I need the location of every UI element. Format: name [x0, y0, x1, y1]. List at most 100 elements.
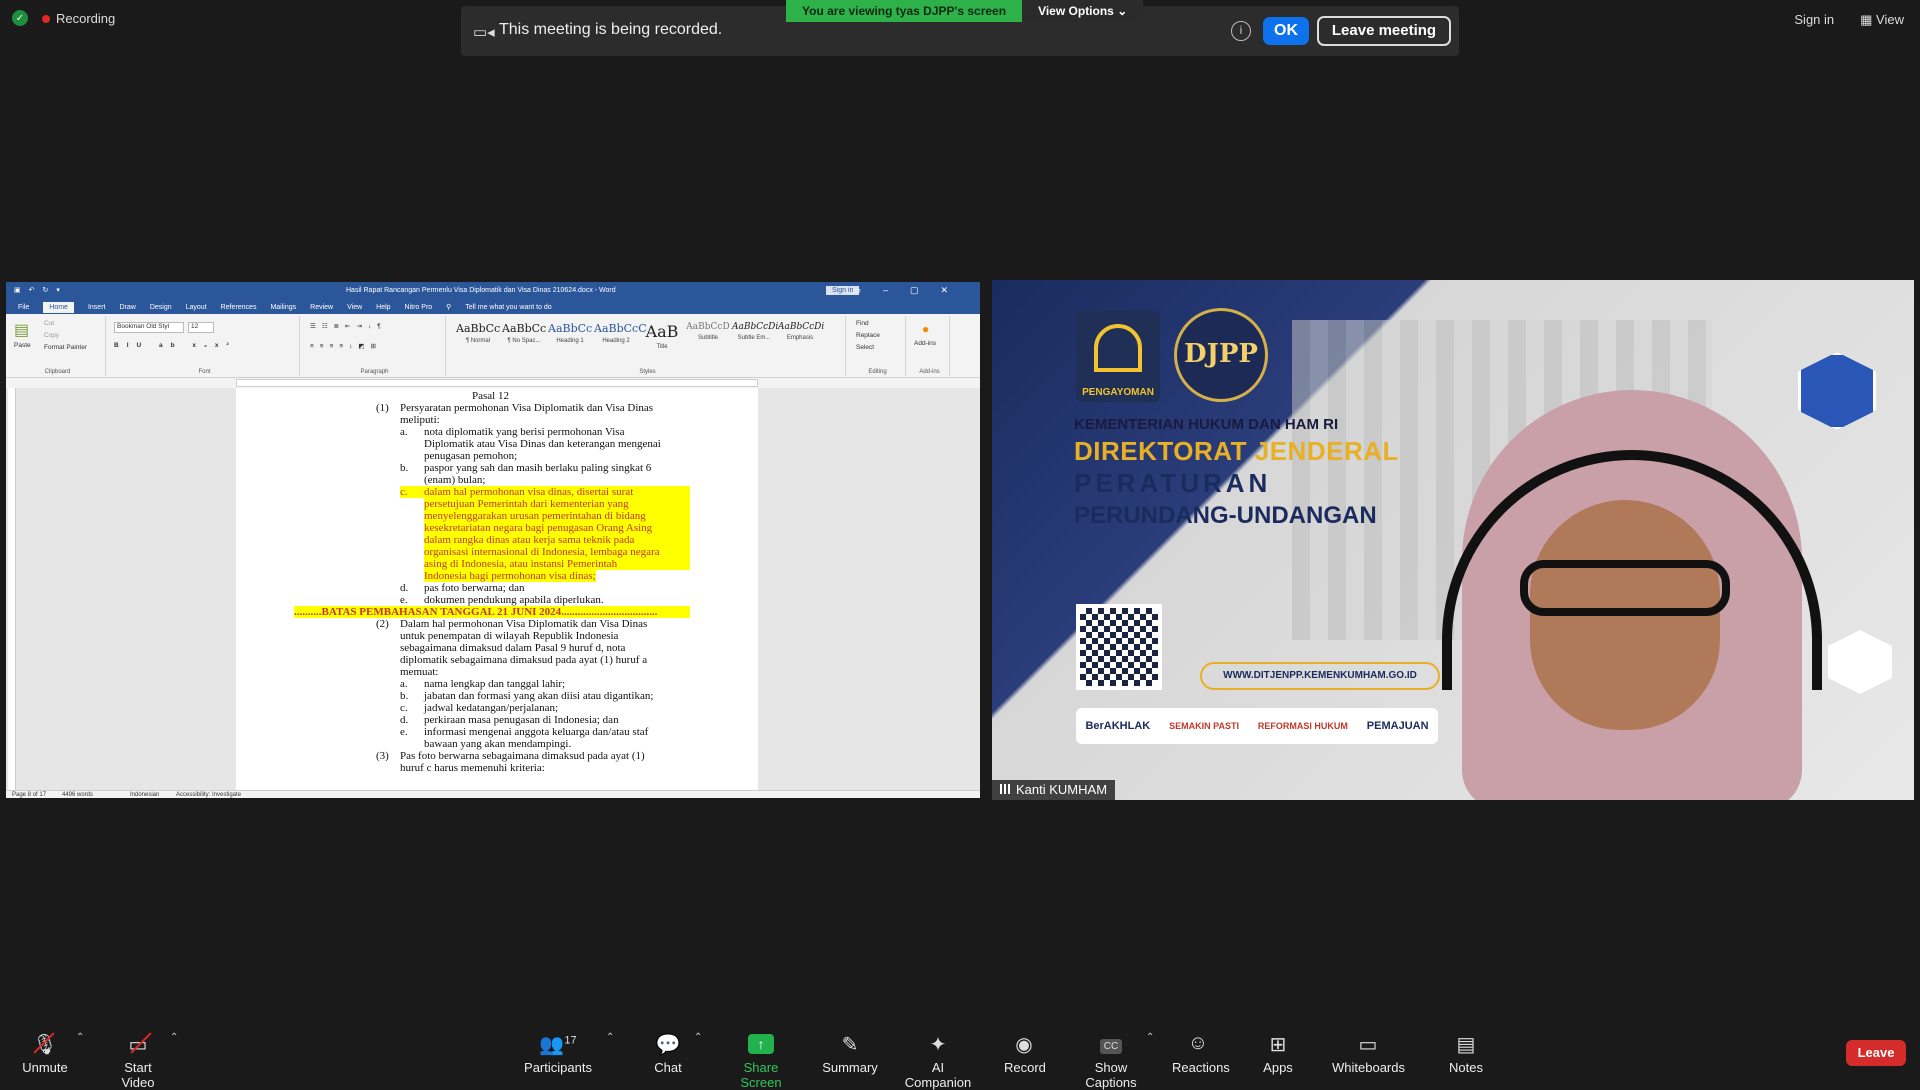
doc-line: diplomatik sebagaimana dimaksud pada aya… [400, 654, 648, 666]
camera-off-icon: ▭ [128, 1034, 148, 1056]
page-count: Page 8 of 17 [12, 792, 47, 798]
word-ribbon: ▤ Paste Cut Copy Format Painter Clipboar… [6, 314, 980, 378]
record-button[interactable]: ◉ Record [1004, 1032, 1046, 1075]
sign-in-link[interactable]: Sign in [1794, 12, 1834, 28]
list-marker: d. [400, 714, 409, 726]
participants-button[interactable]: 👥17 Participants ⌃ [522, 1032, 614, 1075]
align-icons: ≡≡≡≡↕◩⊞ [310, 343, 383, 350]
view-menu[interactable]: ▦ View [1860, 12, 1904, 28]
participants-label: Participants [524, 1060, 592, 1075]
highlighted-line: kesekretariatan negara bagi penugasan Or… [424, 522, 690, 534]
reactions-label: Reactions [1172, 1060, 1230, 1075]
clause-number: (2) [376, 618, 389, 630]
notes-icon: ▤ [1456, 1034, 1476, 1056]
regulation-title-1: PERATURAN [1074, 468, 1272, 498]
style-sample: AaBbCcDi [778, 322, 825, 332]
style-name: Emphasis [786, 335, 814, 341]
doc-line: informasi mengenai anggota keluarga dan/… [424, 726, 649, 738]
style-name: Heading 1 [556, 338, 584, 344]
chat-label: Chat [654, 1060, 682, 1075]
ministry-name: KEMENTERIAN HUKUM DAN HAM RI [1074, 416, 1339, 433]
doc-line: bawaan yang akan mendampingi. [424, 738, 572, 750]
whiteboards-button[interactable]: ▭ Whiteboards [1332, 1032, 1405, 1075]
list-marker: b. [400, 462, 409, 474]
style-normal: AaBbCc ¶ Normal [456, 322, 500, 344]
lightbulb-icon: ⚲ [446, 304, 452, 311]
chat-button[interactable]: 💬 Chat ⌃ [652, 1032, 702, 1075]
unmute-label: Unmute [22, 1060, 68, 1075]
chevron-up-icon[interactable]: ⌃ [606, 1032, 614, 1043]
style-name: Title [656, 344, 668, 350]
clipboard-group: ▤ Paste Cut Copy Format Painter Clipboar… [10, 316, 106, 376]
view-options-label: View Options [1038, 4, 1114, 18]
leave-meeting-button[interactable]: Leave meeting [1317, 16, 1451, 46]
reactions-button[interactable]: ☺ Reactions [1172, 1032, 1230, 1075]
style-emphasis: AaBbCcDi Emphasis [778, 322, 825, 341]
document-title: Hasil Rapat Rancangan Permenlu Visa Dipl… [346, 287, 616, 294]
clipboard-group-label: Clipboard [44, 369, 71, 375]
addins-group: ● Add-ins Add-ins [910, 316, 950, 376]
styles-group-label: Styles [639, 369, 656, 375]
font-group-label: Font [198, 369, 211, 375]
share-screen-button[interactable]: ↑ Share Screen [724, 1032, 798, 1090]
style-heading-2: AaBbCcC Heading 2 [594, 322, 647, 344]
style-no-spacing: AaBbCc ¶ No Spac... [502, 322, 546, 344]
participant-video-tile[interactable]: PENGAYOMAN DJPP KEMENTERIAN HUKUM DAN HA… [992, 280, 1914, 800]
ruler-bar [236, 379, 758, 387]
tell-me-search: Tell me what you want to do [465, 303, 552, 311]
editing-group: Find Replace Select Editing [850, 316, 906, 376]
style-subtle-emphasis: AaBbCcDi Subtle Em... [732, 322, 778, 341]
ok-button[interactable]: OK [1263, 17, 1309, 45]
font-group: Bookman Old Styl 12 BIU ab x₂x² Font [110, 316, 300, 376]
share-screen-label: Share Screen [740, 1060, 782, 1090]
apps-button[interactable]: ⊞ Apps [1262, 1032, 1294, 1075]
style-name: Heading 2 [602, 338, 630, 344]
copy-label: Copy [44, 332, 60, 339]
notes-button[interactable]: ▤ Notes [1448, 1032, 1484, 1075]
style-title: AaB Title [640, 322, 684, 350]
djpp-label: DJPP [1184, 339, 1258, 369]
style-sample: AaBbCc [502, 322, 547, 335]
doc-line: pas foto berwarna; dan [424, 582, 525, 594]
microphone-muted-icon: 🎙 [32, 1034, 58, 1056]
start-video-label: Start Video [121, 1060, 155, 1090]
show-captions-button[interactable]: CC Show Captions ⌃ [1070, 1032, 1154, 1090]
ai-companion-button[interactable]: ✦ AI Companion [898, 1032, 978, 1090]
list-marker: c. [400, 702, 408, 714]
tab-mailings: Mailings [270, 303, 297, 311]
tab-help: Help [376, 303, 391, 311]
share-screen-icon: ↑ [748, 1034, 774, 1054]
doc-line: untuk penempatan di wilayah Republik Ind… [400, 630, 619, 642]
list-marker: b. [400, 690, 409, 702]
leave-button[interactable]: Leave [1846, 1040, 1906, 1066]
paste-icon: ▤ [14, 322, 30, 339]
style-sample: AaB [645, 322, 679, 341]
start-video-button[interactable]: ▭ Start Video ⌃ [106, 1032, 178, 1090]
chevron-up-icon[interactable]: ⌃ [694, 1032, 702, 1043]
info-icon[interactable]: i [1231, 21, 1251, 41]
record-dot-icon [42, 14, 50, 23]
security-shield-icon[interactable]: ✓ [12, 10, 28, 26]
doc-line: nama lengkap dan tanggal lahir; [424, 678, 566, 690]
paragraph-group: ☰☷≣⇤⇥↓¶ ≡≡≡≡↕◩⊞ Paragraph [304, 316, 446, 376]
tab-nitro-pro: Nitro Pro [404, 303, 433, 311]
recording-indicator[interactable]: ✓ Recording [12, 10, 115, 26]
unmute-button[interactable]: 🎙 Unmute ⌃ [22, 1032, 84, 1075]
addins-group-label: Add-ins [919, 369, 940, 375]
chat-icon: 💬 [655, 1034, 681, 1056]
whiteboard-icon: ▭ [1358, 1034, 1378, 1056]
apps-label: Apps [1263, 1060, 1293, 1075]
notes-label: Notes [1449, 1060, 1483, 1075]
summary-button[interactable]: ✎ Summary [822, 1032, 878, 1075]
chevron-up-icon[interactable]: ⌃ [170, 1032, 178, 1043]
find-label: Find [856, 320, 869, 327]
doc-line: penugasan pemohon; [424, 450, 518, 462]
list-marker-highlighted: c. [400, 486, 424, 498]
recording-label: Recording [56, 10, 116, 26]
paragraph-group-label: Paragraph [360, 369, 389, 375]
view-options-dropdown[interactable]: View Options ⌄ [1022, 0, 1144, 22]
chevron-up-icon[interactable]: ⌃ [1146, 1032, 1154, 1043]
reactions-icon: ☺ [1187, 1032, 1209, 1054]
chevron-up-icon[interactable]: ⌃ [76, 1032, 84, 1043]
badge-semakin-pasti: SEMAKIN PASTI [1169, 721, 1239, 731]
